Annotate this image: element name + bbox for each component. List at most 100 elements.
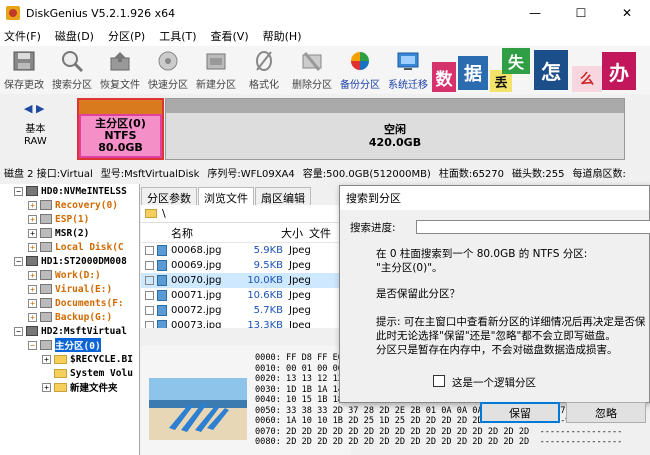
- file-type: Jpeg: [289, 260, 311, 271]
- expand-toggle[interactable]: +: [28, 298, 37, 308]
- format-icon: [251, 49, 277, 73]
- path-bar: \: [141, 205, 351, 223]
- file-size: 5.7KB: [253, 305, 283, 316]
- file-checkbox[interactable]: [145, 246, 154, 255]
- tree-item-label: Documents(F:: [55, 297, 124, 309]
- disk-icon: [26, 326, 38, 336]
- folder-icon: [54, 382, 67, 392]
- disk-icon: [26, 256, 38, 266]
- delete-partition-button[interactable]: 删除分区: [288, 46, 336, 94]
- tree-item-label: 新建文件夹: [70, 383, 118, 394]
- expand-toggle[interactable]: +: [28, 270, 37, 280]
- partition-block-primary[interactable]: 主分区(0) NTFS 80.0GB: [77, 98, 164, 160]
- image-file-icon: [157, 320, 167, 328]
- logical-partition-checkbox[interactable]: [433, 375, 445, 387]
- save-changes-button[interactable]: 保存更改: [0, 46, 48, 94]
- close-button[interactable]: ✕: [604, 0, 650, 26]
- disk-info-bar: 磁盘 2 接口:Virtual 型号:MsftVirtualDisk 序列号:W…: [0, 162, 650, 182]
- menu-partition[interactable]: 分区(P): [108, 28, 145, 44]
- file-size: 10.6KB: [247, 290, 283, 301]
- recover-files-button[interactable]: 恢复文件: [96, 46, 144, 94]
- tree-item-label: Recovery(0): [55, 199, 118, 211]
- file-row[interactable]: 00069.jpg 9.5KB Jpeg: [141, 258, 351, 273]
- column-type[interactable]: 文件: [309, 225, 331, 241]
- tree-item[interactable]: − HD1:ST2000DM008: [0, 254, 139, 268]
- expand-toggle[interactable]: +: [42, 354, 51, 364]
- system-migration-button[interactable]: 系统迁移: [384, 46, 432, 94]
- tree-item[interactable]: − 主分区(0): [0, 338, 139, 352]
- file-row[interactable]: 00070.jpg 10.0KB Jpeg: [141, 273, 351, 288]
- quick-partition-button[interactable]: 快速分区: [144, 46, 192, 94]
- expand-toggle[interactable]: +: [28, 228, 37, 238]
- tree-item-label: ESP(1): [55, 213, 90, 225]
- tree-item[interactable]: + MSR(2): [0, 226, 139, 240]
- expand-toggle[interactable]: −: [28, 340, 37, 350]
- file-size: 13.3KB: [247, 320, 283, 328]
- tree-item[interactable]: + Recovery(0): [0, 198, 139, 212]
- toolbar-label: 保存更改: [4, 80, 44, 91]
- partition-icon: [40, 270, 52, 280]
- file-checkbox[interactable]: [145, 306, 154, 315]
- file-row[interactable]: 00072.jpg 5.7KB Jpeg: [141, 303, 351, 318]
- minimize-button[interactable]: —: [512, 0, 558, 26]
- ignore-button[interactable]: 忽略: [566, 402, 646, 423]
- expand-toggle[interactable]: −: [14, 326, 23, 336]
- tree-item-label: Virual(E:): [55, 283, 113, 295]
- next-disk-button[interactable]: ▶: [36, 102, 44, 115]
- expand-toggle[interactable]: −: [14, 256, 23, 266]
- tree-item[interactable]: + Virual(E:): [0, 282, 139, 296]
- tree-item[interactable]: + Backup(G:): [0, 310, 139, 324]
- tree-item[interactable]: + 新建文件夹: [0, 380, 139, 394]
- tab-partition-params[interactable]: 分区参数: [141, 187, 197, 205]
- tree-item[interactable]: − HD0:NVMeINTELSS: [0, 184, 139, 198]
- expand-toggle[interactable]: +: [28, 312, 37, 322]
- file-row[interactable]: 00068.jpg 5.9KB Jpeg: [141, 243, 351, 258]
- column-name[interactable]: 名称: [171, 225, 261, 241]
- expand-toggle[interactable]: +: [28, 242, 37, 252]
- file-checkbox[interactable]: [145, 276, 154, 285]
- disk-icon: [26, 186, 38, 196]
- expand-toggle[interactable]: +: [28, 214, 37, 224]
- partition-icon: [40, 228, 52, 238]
- dialog-hint: 分区只是暂存在内存中，不会对磁盘数据造成损害。: [376, 344, 618, 356]
- tree-item[interactable]: + Documents(F:: [0, 296, 139, 310]
- expand-toggle[interactable]: +: [42, 382, 51, 392]
- file-checkbox[interactable]: [145, 321, 154, 328]
- backup-partition-button[interactable]: 备份分区: [336, 46, 384, 94]
- menu-help[interactable]: 帮助(H): [263, 28, 302, 44]
- new-partition-button[interactable]: 新建分区: [192, 46, 240, 94]
- tree-item[interactable]: + Work(D:): [0, 268, 139, 282]
- expand-toggle[interactable]: +: [28, 284, 37, 294]
- partition-block-free[interactable]: 空闲 420.0GB: [165, 98, 625, 160]
- menu-file[interactable]: 文件(F): [4, 28, 41, 44]
- tree-item-label: Work(D:): [55, 269, 101, 281]
- tree-item[interactable]: System Volu: [0, 366, 139, 380]
- tab-browse-files[interactable]: 浏览文件: [198, 187, 254, 205]
- partition-icon: [40, 214, 52, 224]
- ad-banner[interactable]: 数 据 丢 失 怎 么 办: [432, 46, 650, 94]
- expand-toggle[interactable]: +: [28, 200, 37, 210]
- tree-item[interactable]: − HD2:MsftVirtual: [0, 324, 139, 338]
- prev-disk-button[interactable]: ◀: [24, 102, 32, 115]
- image-file-icon: [157, 245, 167, 256]
- menu-tools[interactable]: 工具(T): [159, 28, 196, 44]
- file-row[interactable]: 00071.jpg 10.6KB Jpeg: [141, 288, 351, 303]
- search-partition-button[interactable]: 搜索分区: [48, 46, 96, 94]
- tree-item[interactable]: + ESP(1): [0, 212, 139, 226]
- format-button[interactable]: 格式化: [240, 46, 288, 94]
- menu-disk[interactable]: 磁盘(D): [55, 28, 94, 44]
- file-checkbox[interactable]: [145, 261, 154, 270]
- file-row[interactable]: 00073.jpg 13.3KB Jpeg: [141, 318, 351, 328]
- keep-button[interactable]: 保留: [480, 402, 560, 423]
- tree-item[interactable]: + Local Disk(C: [0, 240, 139, 254]
- tab-sector-edit[interactable]: 扇区编辑: [255, 187, 311, 205]
- window-title: DiskGenius V5.2.1.926 x64: [26, 6, 176, 20]
- file-checkbox[interactable]: [145, 291, 154, 300]
- expand-toggle[interactable]: −: [14, 186, 23, 196]
- found-partition-dialog: 搜索到分区 搜索进度: 在 0 柱面搜索到一个 80.0GB 的 NTFS 分区…: [339, 185, 650, 423]
- ad-char: 据: [458, 56, 488, 90]
- maximize-button[interactable]: ☐: [558, 0, 604, 26]
- column-size[interactable]: 大小: [261, 225, 309, 241]
- menu-view[interactable]: 查看(V): [211, 28, 249, 44]
- tree-item[interactable]: + $RECYCLE.BI: [0, 352, 139, 366]
